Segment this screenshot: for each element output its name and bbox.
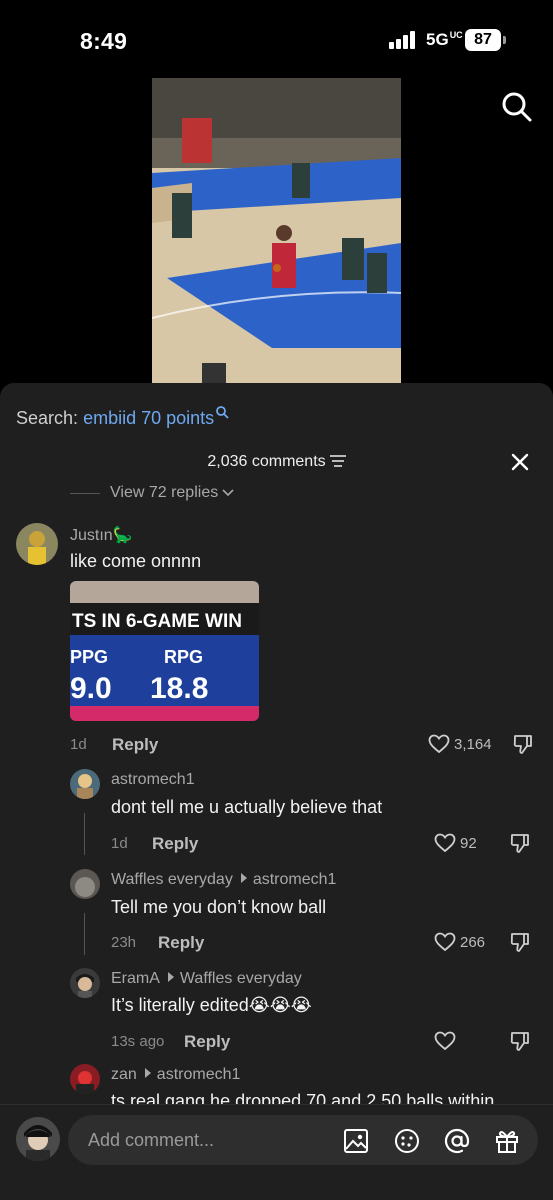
image-col1-value: 9.0: [70, 672, 112, 705]
like-button[interactable]: [434, 1031, 460, 1051]
dislike-icon[interactable]: [512, 733, 534, 755]
avatar[interactable]: [70, 968, 100, 998]
dislike-icon[interactable]: [509, 931, 531, 953]
reply-text: Tell me you don’t know ball: [111, 897, 327, 917]
my-avatar[interactable]: [16, 1117, 60, 1161]
reply-username: Waffles everyday astromech1: [111, 871, 337, 888]
close-icon[interactable]: [508, 450, 532, 474]
reply-button[interactable]: Reply: [152, 834, 198, 854]
like-count: 92: [460, 834, 477, 852]
comments-header: 2,036 comments: [0, 453, 553, 471]
image-col2-label: RPG: [164, 647, 203, 667]
comment-image[interactable]: TS IN 6-GAME WIN PPG RPG 9.0 18.8: [70, 581, 259, 721]
search-small-icon: [216, 406, 229, 419]
reply-button[interactable]: Reply: [158, 933, 204, 953]
comment-count: 2,036 comments: [207, 453, 326, 470]
reply-to-arrow-icon: [167, 972, 174, 982]
search-query-link[interactable]: embiid 70 points: [83, 408, 214, 428]
battery-icon: 87: [465, 29, 501, 51]
avatar[interactable]: [70, 1064, 100, 1094]
view-replies-button[interactable]: View 72 replies: [70, 484, 234, 502]
comment-username[interactable]: Justın🦕: [70, 525, 133, 545]
reply-text: dont tell me u actually believe that: [111, 797, 383, 817]
image-col1-label: PPG: [70, 647, 108, 667]
heart-icon: [434, 833, 456, 853]
reply-time: 13s ago: [111, 1033, 165, 1050]
reply-text: It’s literally edited😭😭😭: [111, 995, 312, 1015]
reply-time: 23h: [111, 934, 137, 951]
gift-icon[interactable]: [494, 1128, 520, 1154]
comment-input-box[interactable]: [68, 1115, 538, 1165]
image-title: TS IN 6-GAME WIN: [72, 611, 242, 632]
like-count: 266: [460, 933, 486, 951]
dislike-icon[interactable]: [509, 1030, 531, 1052]
status-time: 8:49: [80, 28, 128, 54]
status-bar: 8:49 5GUC 87: [0, 0, 553, 80]
comments-sheet: Search: embiid 70 points 2,036 comments …: [0, 383, 553, 1200]
dislike-icon[interactable]: [509, 832, 531, 854]
comment-composer: [0, 1104, 553, 1200]
avatar[interactable]: [70, 769, 100, 799]
like-button[interactable]: 266: [434, 932, 485, 952]
avatar[interactable]: [70, 869, 100, 899]
heart-icon: [434, 932, 456, 952]
avatar[interactable]: [16, 523, 58, 565]
chevron-down-icon: [222, 489, 234, 497]
search-icon[interactable]: [500, 90, 534, 124]
reply-button[interactable]: Reply: [184, 1032, 230, 1052]
reply-time: 1d: [111, 835, 128, 852]
comment-input[interactable]: [88, 1115, 328, 1165]
reply-username[interactable]: astromech1: [111, 771, 195, 789]
image-col2-value: 18.8: [150, 672, 208, 705]
like-button[interactable]: 3,164: [428, 734, 492, 754]
search-suggestion[interactable]: Search: embiid 70 points: [16, 405, 229, 429]
like-button[interactable]: 92: [434, 833, 477, 853]
video-player[interactable]: [152, 78, 401, 386]
heart-icon: [428, 734, 450, 754]
reply-button[interactable]: Reply: [112, 735, 158, 755]
signal-icon: [389, 31, 419, 49]
emoji-icon[interactable]: [394, 1128, 420, 1154]
reply-username: zan astromech1: [111, 1066, 241, 1083]
network-label: 5GUC: [426, 30, 463, 49]
reply-to-arrow-icon: [144, 1068, 151, 1078]
image-icon[interactable]: [343, 1128, 369, 1154]
filter-icon[interactable]: [329, 455, 346, 467]
mention-icon[interactable]: [444, 1128, 470, 1154]
comment-time: 1d: [70, 736, 87, 753]
reply-username: EramA Waffles everyday: [111, 970, 302, 987]
comment-text: like come onnnn: [70, 551, 202, 571]
like-count: 3,164: [454, 735, 492, 753]
heart-icon: [434, 1031, 456, 1051]
reply-to-arrow-icon: [240, 873, 247, 883]
